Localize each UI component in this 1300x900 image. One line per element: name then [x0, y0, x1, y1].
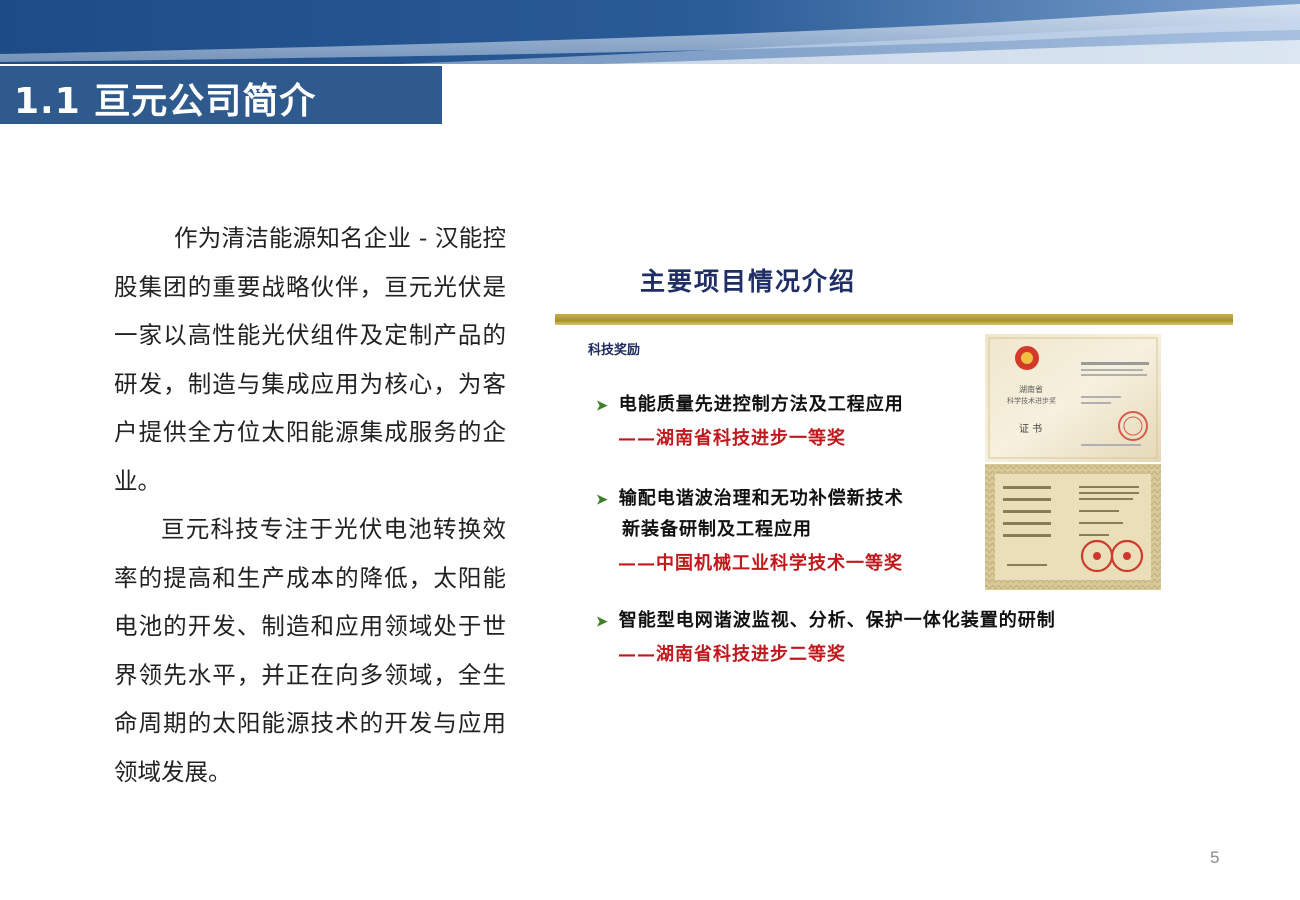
title-bar: 1.1 亘元公司简介	[0, 66, 442, 124]
award-title: 电能质量先进控制方法及工程应用	[618, 394, 904, 415]
arrow-bullet-icon: ➤	[596, 492, 609, 508]
award-title: 输配电谐波治理和无功补偿新技术	[618, 488, 904, 509]
award-prize: ——中国机械工业科学技术一等奖	[618, 553, 903, 574]
header-wave-graphic	[0, 0, 1300, 64]
arrow-bullet-icon: ➤	[596, 614, 609, 630]
certificate-image-1: 湖南省 科学技术进步奖 证 书	[985, 334, 1161, 462]
award-prize: ——湖南省科技进步一等奖	[618, 428, 846, 449]
section-label: 科技奖励	[588, 343, 641, 358]
intro-text-block: 作为清洁能源知名企业 - 汉能控股集团的重要战略伙伴，亘元光伏是一家以高性能光伏…	[114, 214, 506, 796]
intro-paragraph-2: 亘元科技专注于光伏电池转换效率的提高和生产成本的降低，太阳能电池的开发、制造和应…	[114, 515, 506, 786]
page-number: 5	[1210, 848, 1220, 867]
certificate-image-2	[985, 464, 1161, 590]
certificate-word: 证 书	[1019, 424, 1043, 435]
award-title-continued: 新装备研制及工程应用	[622, 519, 812, 540]
arrow-bullet-icon: ➤	[596, 398, 609, 414]
page-title: 1.1 亘元公司简介	[14, 81, 317, 122]
certificate-org: 湖南省	[1019, 385, 1043, 394]
award-item-1: ➤ 电能质量先进控制方法及工程应用 ——湖南省科技进步一等奖	[596, 390, 904, 450]
award-item-3: ➤ 智能型电网谐波监视、分析、保护一体化装置的研制 ——湖南省科技进步二等奖	[596, 606, 1056, 666]
award-title: 智能型电网谐波监视、分析、保护一体化装置的研制	[618, 610, 1056, 631]
intro-paragraph-1: 作为清洁能源知名企业 - 汉能控股集团的重要战略伙伴，亘元光伏是一家以高性能光伏…	[114, 224, 506, 495]
project-heading: 主要项目情况介绍	[640, 267, 857, 296]
header-band	[0, 0, 1300, 64]
gold-divider	[555, 314, 1233, 325]
certificate-subtitle: 科学技术进步奖	[1007, 397, 1056, 405]
award-item-2: ➤ 输配电谐波治理和无功补偿新技术 新装备研制及工程应用 ——中国机械工业科学技术…	[596, 484, 904, 575]
award-prize: ——湖南省科技进步二等奖	[618, 644, 846, 665]
